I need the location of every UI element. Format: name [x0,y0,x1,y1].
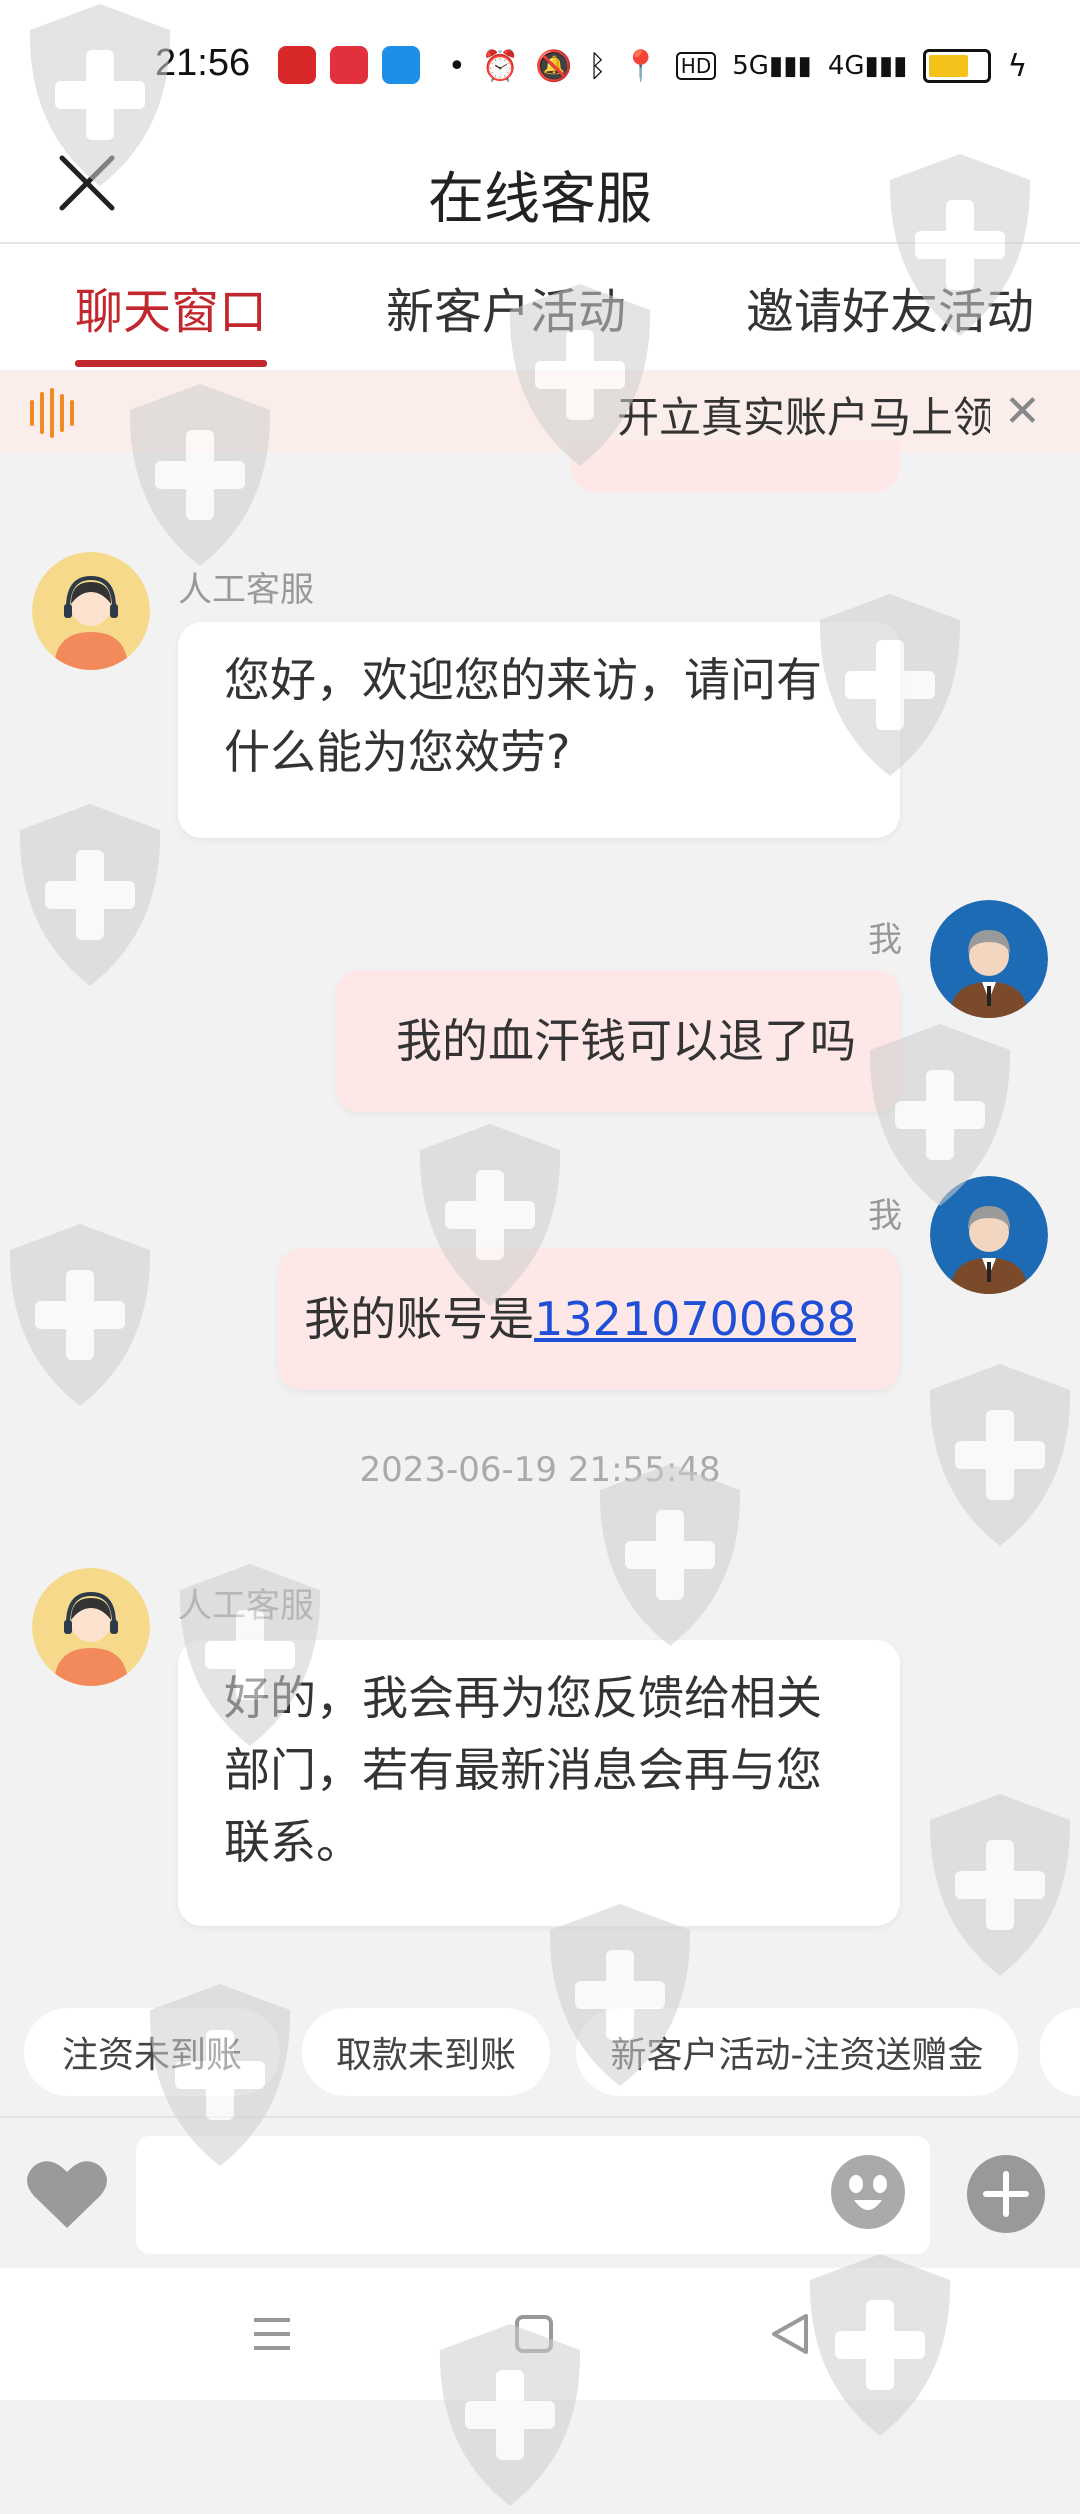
message-text: 我的账号是 [304,1292,535,1346]
4g-signal-icon: 4G▮▮▮ [827,51,908,81]
quick-reply-new-customer-bonus[interactable]: 新客户活动-注资送赠金 [576,2008,1018,2096]
account-number-link[interactable]: 13210700688 [534,1283,856,1355]
tab-bar: 聊天窗口 新客户活动 邀请好友活动 [0,244,1080,370]
user-avatar [930,900,1048,1018]
agent-avatar [32,552,150,670]
header: 在线客服 [0,130,1080,244]
bluetooth-icon: ᛒ [588,48,607,84]
system-nav-bar [0,2268,1080,2400]
menu-nav-icon[interactable] [252,2314,292,2354]
user-avatar [930,1176,1048,1294]
quick-reply-withdrawal-not-received[interactable]: 取款未到账 [302,2008,550,2096]
emoji-icon[interactable] [830,2154,906,2230]
message-line: 什么能为您效劳? [224,725,571,779]
message-sender: 人工客服 [178,570,314,610]
quick-reply-partial[interactable] [1040,2008,1080,2096]
tab-active-indicator [75,360,267,367]
watermark-shield-icon [920,1790,1080,1980]
message-sender: 人工客服 [178,1586,314,1626]
status-icons: • ⏰ 🔕 ᛒ 📍 HD 5G▮▮▮ 4G▮▮▮ ϟ [448,44,1027,88]
heart-icon[interactable] [26,2158,108,2230]
watermark-shield-icon [10,800,170,990]
battery-icon [923,49,992,83]
message-sender: 我 [868,920,902,960]
tab-chat-window[interactable]: 聊天窗口 [75,272,267,342]
home-nav-icon[interactable] [514,2314,554,2354]
sound-wave-icon [30,388,74,438]
message-line: 部门，若有最新消息会再与您 [224,1743,822,1797]
notice-text: 开立真实账户马上领 [617,393,990,442]
notice-close-icon[interactable]: ✕ [1004,386,1041,437]
quick-reply-deposit-not-received[interactable]: 注资未到账 [24,2008,280,2096]
5g-signal-icon: 5G▮▮▮ [732,51,812,81]
alarm-icon: ⏰ [481,48,520,84]
app-icon-618 [330,46,368,84]
message-text: 我的血汗钱可以退了吗 [396,1014,856,1068]
agent-avatar [32,1568,150,1686]
charging-icon: ϟ [1007,48,1028,84]
notice-bar[interactable]: 开立真实账户马上领 ✕ [0,372,1080,452]
tab-invite-friends-activity[interactable]: 邀请好友活动 [746,272,1034,342]
tab-new-customer-activity[interactable]: 新客户活动 [386,272,626,342]
message-line: 联系。 [224,1815,362,1869]
back-nav-icon[interactable] [770,2312,810,2356]
input-bar [0,2116,1080,2270]
agent-message-bubble: 您好，欢迎您的来访，请问有 什么能为您效劳? [178,622,900,838]
app-icon-blue [382,46,420,84]
location-icon: 📍 [622,48,660,84]
message-timestamp: 2023-06-19 21:55:48 [359,1450,721,1490]
message-input[interactable] [136,2136,930,2254]
mute-icon: 🔕 [535,48,573,84]
watermark-shield-icon [0,1220,160,1410]
message-sender: 我 [868,1196,902,1236]
status-time: 21:56 [155,42,251,84]
hd-icon: HD [675,52,717,80]
app-icon-red [278,46,316,84]
dot-icon: • [448,48,466,84]
user-message-bubble: 我的账号是 13210700688 [278,1248,900,1390]
message-line: 好的，我会再为您反馈给相关 [224,1671,822,1725]
user-message-bubble: 我的血汗钱可以退了吗 [336,970,900,1112]
partial-message-bubble [570,440,900,492]
status-bar: 21:56 • ⏰ 🔕 ᛒ 📍 HD 5G▮▮▮ 4G▮▮▮ ϟ [0,0,1080,130]
agent-message-bubble: 好的，我会再为您反馈给相关 部门，若有最新消息会再与您 联系。 [178,1640,900,1926]
message-line: 您好，欢迎您的来访，请问有 [224,653,822,707]
plus-icon[interactable] [966,2154,1046,2234]
page-title: 在线客服 [428,167,652,232]
